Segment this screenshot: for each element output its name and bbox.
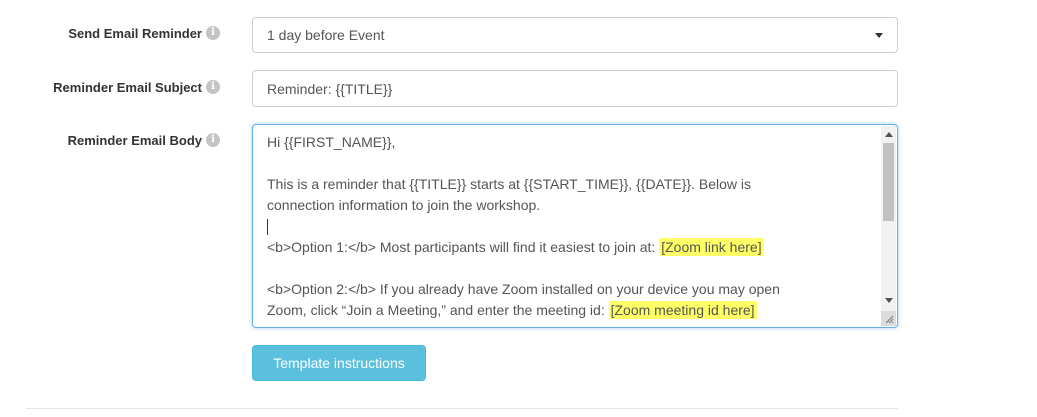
email-reminder-form: Send Email Reminder i 1 day before Event…: [0, 0, 1037, 417]
reminder-email-subject-label-text: Reminder Email Subject: [53, 79, 202, 95]
scrollbar-thumb[interactable]: [883, 143, 894, 221]
body-line: <b>Option 2:</b> If you already have Zoo…: [267, 281, 780, 297]
reminder-email-subject-value: Reminder: {{TITLE}}: [267, 80, 393, 97]
scroll-up-button[interactable]: [881, 126, 896, 142]
body-line: connection information to join the works…: [267, 197, 541, 213]
text-cursor: [267, 219, 268, 236]
scroll-down-button[interactable]: [881, 292, 896, 308]
arrow-up-icon: [884, 131, 893, 137]
body-line-text: <b>Option 1:</b> Most participants will …: [267, 239, 660, 255]
send-email-reminder-select[interactable]: 1 day before Event: [252, 17, 898, 53]
send-email-reminder-value: 1 day before Event: [267, 27, 385, 43]
info-icon[interactable]: i: [206, 80, 220, 94]
reminder-email-body-label-text: Reminder Email Body: [67, 132, 202, 148]
divider: [26, 408, 898, 409]
reminder-email-subject-input[interactable]: Reminder: {{TITLE}}: [252, 70, 898, 107]
reminder-email-subject-label: Reminder Email Subject i: [0, 78, 220, 96]
send-email-reminder-label-text: Send Email Reminder: [68, 25, 202, 41]
zoom-link-placeholder: [Zoom link here]: [659, 238, 764, 256]
body-cursor-line: [267, 216, 877, 237]
template-instructions-button[interactable]: Template instructions: [252, 345, 426, 381]
resize-handle-icon[interactable]: [881, 311, 896, 326]
zoom-meeting-id-placeholder: [Zoom meeting id here]: [608, 301, 757, 319]
textarea-content: Hi {{FIRST_NAME}}, This is a reminder th…: [267, 132, 877, 321]
body-blank-line: [267, 153, 877, 174]
body-blank-line: [267, 258, 877, 279]
caret-down-icon: [875, 32, 883, 38]
textarea-scrollbar[interactable]: [881, 126, 896, 326]
body-line: This is a reminder that {{TITLE}} starts…: [267, 176, 751, 192]
reminder-email-body-textarea[interactable]: Hi {{FIRST_NAME}}, This is a reminder th…: [252, 124, 898, 328]
body-line: Zoom, click “Join a Meeting,” and enter …: [267, 300, 877, 321]
body-line-text: Zoom, click “Join a Meeting,” and enter …: [267, 302, 609, 318]
info-icon[interactable]: i: [206, 133, 220, 147]
arrow-down-icon: [884, 297, 893, 303]
reminder-email-body-label: Reminder Email Body i: [0, 131, 220, 149]
body-line: <b>Option 1:</b> Most participants will …: [267, 237, 877, 258]
body-line: Hi {{FIRST_NAME}},: [267, 134, 396, 150]
send-email-reminder-label: Send Email Reminder i: [0, 24, 220, 42]
info-icon[interactable]: i: [206, 26, 220, 40]
